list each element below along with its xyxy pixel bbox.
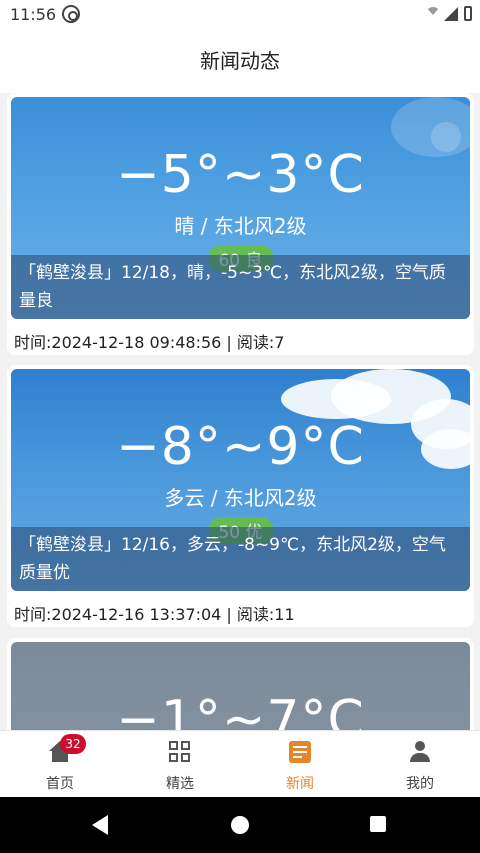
- home-button-icon[interactable]: [231, 816, 249, 834]
- page-title: 新闻动态: [200, 49, 280, 73]
- status-bar: 11:56: [0, 0, 480, 30]
- news-meta: 时间:2024-12-18 09:48:56 | 阅读:7: [14, 333, 285, 352]
- news-caption: 「鹤壁浚县」12/16，多云，-8~9℃，东北风2级，空气质量优: [11, 527, 470, 591]
- battery-icon: [464, 6, 472, 21]
- weather-image: −8°~9°C 多云 / 东北风2级 50 优 「鹤壁浚县」12/16，多云，-…: [11, 369, 470, 591]
- signal-icon: [444, 7, 458, 21]
- news-list[interactable]: −5°~3°C 晴 / 东北风2级 60 良 「鹤壁浚县」12/18，晴，-5~…: [0, 93, 480, 730]
- recents-icon[interactable]: [370, 816, 386, 832]
- news-meta: 时间:2024-12-16 13:37:04 | 阅读:11: [14, 605, 295, 624]
- tab-news[interactable]: 新闻: [240, 731, 360, 798]
- temperature-range: −5°~3°C: [116, 145, 365, 205]
- tab-label: 我的: [406, 776, 434, 792]
- tab-label: 精选: [166, 776, 194, 792]
- back-icon[interactable]: [92, 815, 108, 835]
- news-card[interactable]: −5°~3°C 晴 / 东北风2级 60 良 「鹤壁浚县」12/18，晴，-5~…: [7, 93, 474, 355]
- weather-image: −5°~3°C 晴 / 东北风2级 60 良 「鹤壁浚县」12/18，晴，-5~…: [11, 97, 470, 319]
- tab-featured[interactable]: 精选: [120, 731, 240, 798]
- news-card[interactable]: −1°~7°C: [7, 638, 474, 730]
- weather-condition: 晴 / 东北风2级: [174, 214, 307, 238]
- news-card[interactable]: −8°~9°C 多云 / 东北风2级 50 优 「鹤壁浚县」12/16，多云，-…: [7, 365, 474, 627]
- status-time: 11:56: [10, 5, 57, 24]
- tab-profile[interactable]: 我的: [360, 731, 480, 798]
- temperature-range: −1°~7°C: [116, 690, 365, 730]
- person-icon: [409, 741, 431, 763]
- tab-label: 首页: [46, 776, 74, 792]
- tab-home[interactable]: 32 首页: [0, 731, 120, 798]
- app-notification-icon: [62, 5, 80, 23]
- grid-icon: [169, 741, 191, 763]
- wifi-icon: [426, 7, 440, 21]
- system-nav-bar: [0, 797, 480, 853]
- weather-image: −1°~7°C: [11, 642, 470, 730]
- tab-label: 新闻: [286, 776, 314, 792]
- news-icon: [289, 741, 311, 763]
- bottom-tab-bar: 32 首页 精选 新闻 我的: [0, 730, 480, 797]
- notification-badge: 32: [60, 734, 86, 754]
- weather-condition: 多云 / 东北风2级: [164, 486, 317, 510]
- temperature-range: −8°~9°C: [116, 417, 365, 477]
- news-caption: 「鹤壁浚县」12/18，晴，-5~3℃，东北风2级，空气质量良: [11, 255, 470, 319]
- title-bar: 新闻动态: [0, 30, 480, 93]
